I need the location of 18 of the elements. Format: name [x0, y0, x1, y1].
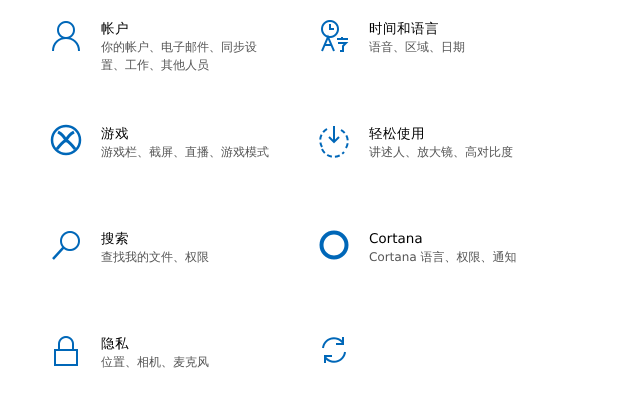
item-title[interactable]: 帐户: [101, 20, 276, 38]
item-title[interactable]: 搜索: [101, 230, 209, 248]
item-title[interactable]: 轻松使用: [369, 125, 513, 143]
item-description: Cortana 语言、权限、通知: [369, 249, 516, 266]
item-title[interactable]: 游戏: [101, 125, 269, 143]
item-description: 游戏栏、截屏、直播、游戏模式: [101, 144, 269, 161]
item-description: 你的帐户、电子邮件、同步设置、工作、其他人员: [101, 39, 258, 74]
item-title[interactable]: 时间和语言: [369, 20, 465, 38]
controller-circle-icon: [50, 124, 82, 158]
item-title[interactable]: 隐私: [101, 335, 209, 353]
dashed-circle-arrow-icon: [318, 124, 350, 158]
item-description: 查找我的文件、权限: [101, 249, 209, 266]
person-icon: [50, 19, 82, 53]
item-title[interactable]: Cortana: [369, 230, 516, 248]
item-description: 讲述人、放大镜、高对比度: [369, 144, 513, 161]
item-description: 语音、区域、日期: [369, 39, 465, 56]
item-description: 位置、相机、麦克风: [101, 354, 209, 371]
clock-letter-icon: [318, 19, 350, 53]
